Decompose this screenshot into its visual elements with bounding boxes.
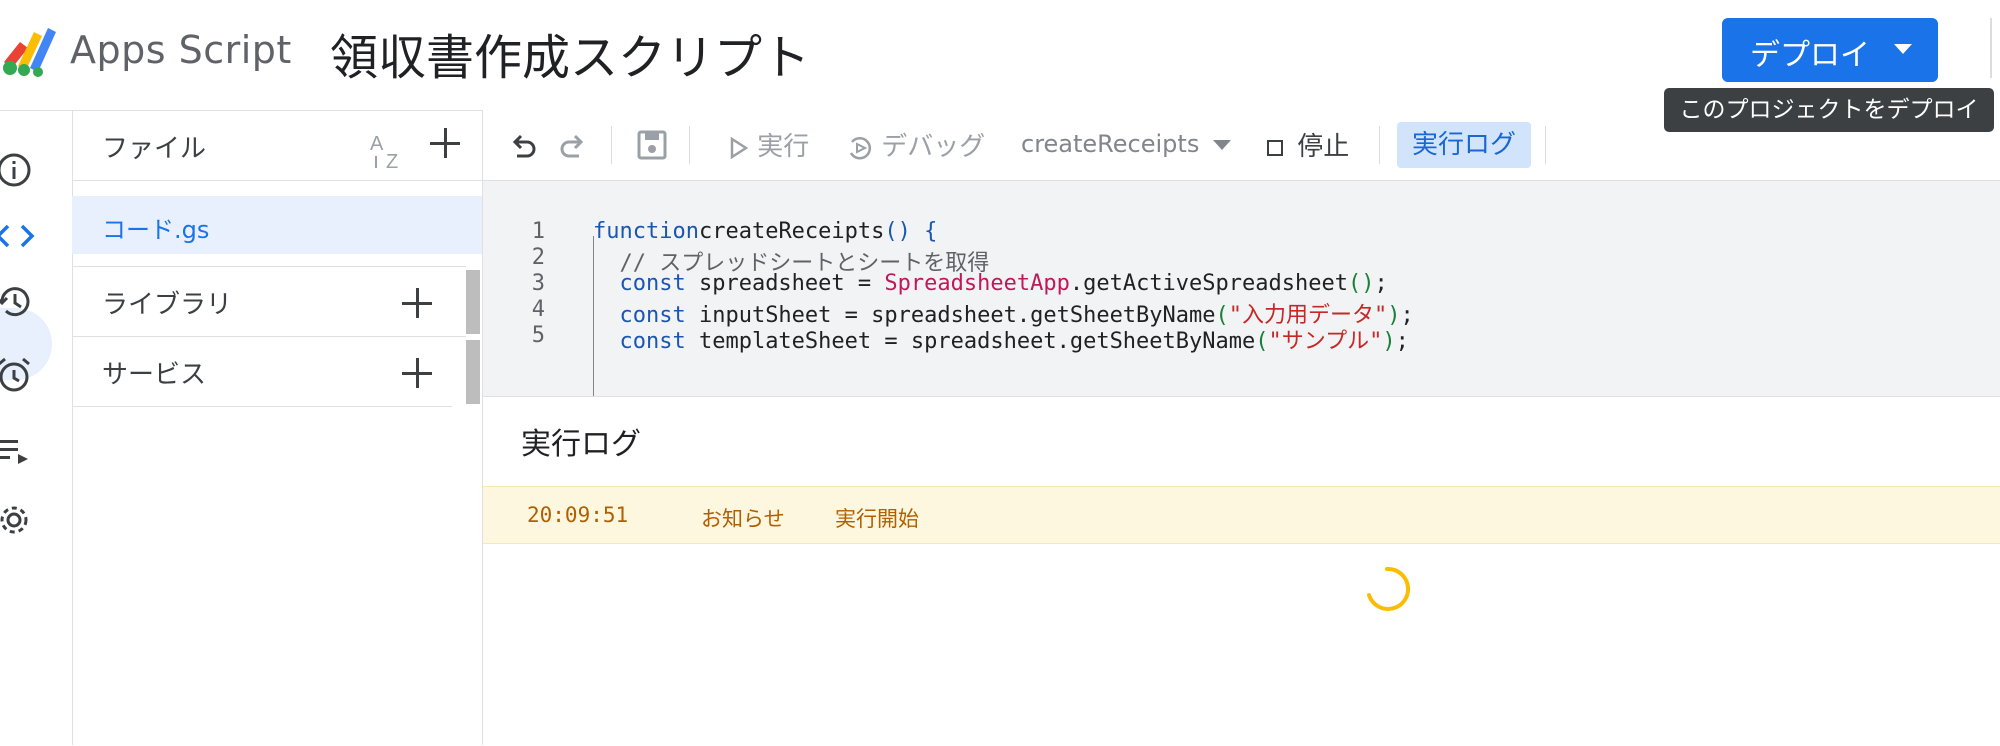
debug-icon [849,136,872,159]
file-item-code-gs[interactable]: コード.gs [72,196,482,254]
executions-icon [0,440,28,464]
execution-log-toggle[interactable]: 実行ログ [1397,122,1531,168]
stop-icon [1267,139,1283,156]
rail-item-executions[interactable] [0,418,52,478]
code-token: () { [884,219,938,244]
code-text: const templateSheet = spreadsheet.getShe… [593,323,1409,355]
code-token: ( [1255,329,1269,354]
info-icon [0,153,31,187]
run-button[interactable]: 実行 [729,126,809,164]
code-token: function [593,219,699,244]
code-token: .getActiveSpreadsheet [1069,271,1348,296]
line-number: 4 [531,297,545,322]
apps-script-logo-icon[interactable] [0,22,60,78]
code-token: ) [1382,329,1396,354]
code-icon [0,224,35,248]
code-token: "サンプル" [1268,329,1383,354]
gear-icon [0,506,28,534]
deploy-button[interactable]: デプロイ [1722,18,1938,82]
rail-item-versions[interactable] [0,270,52,330]
loading-spinner-icon [1367,566,1411,611]
code-token: spreadsheet = [685,271,885,296]
divider [72,266,466,267]
stop-button[interactable]: 停止 [1267,126,1349,164]
chevron-down-icon [1894,44,1912,54]
code-token: const [593,329,686,354]
line-number: 1 [531,219,545,244]
code-token: createReceipts [698,219,885,244]
caret-down-icon [1212,140,1231,150]
scrollbar[interactable] [466,270,480,334]
history-icon [0,287,30,317]
execution-log-title: 実行ログ [521,427,641,462]
divider [72,180,482,181]
save-icon[interactable] [635,128,669,162]
code-editor[interactable]: 1 functioncreateReceipts() {2 // スプレッドシート… [483,181,2000,396]
deploy-button-label: デプロイ [1750,38,1870,73]
function-select[interactable]: createReceipts [1021,130,1231,168]
debug-label: デバッグ [881,132,986,162]
app-name: Apps Script [70,28,292,72]
scrollbar[interactable] [466,340,480,404]
divider [1379,126,1380,164]
redo-icon[interactable] [557,130,589,162]
line-number: 5 [531,323,545,348]
rail-item-editor[interactable] [0,204,52,264]
line-number: 2 [531,245,545,270]
undo-icon[interactable] [507,130,539,162]
code-token: templateSheet = spreadsheet.getSheetByNa… [685,329,1256,354]
code-token: ; [1395,329,1409,354]
divider [72,336,466,337]
rail-item-overview[interactable] [0,138,52,198]
add-library-button[interactable] [402,288,432,318]
stop-label: 停止 [1297,132,1350,162]
log-severity: お知らせ [701,507,785,531]
rail-item-settings[interactable] [0,488,52,548]
divider [1545,126,1546,164]
function-select-value: createReceipts [1021,130,1200,158]
log-message: 実行開始 [835,507,919,531]
log-entry: 20:09:51 お知らせ 実行開始 [483,486,2000,544]
alarm-icon [0,357,30,392]
divider [1990,18,1992,78]
code-token: const [593,271,686,296]
files-panel: ファイル A Z コード.gs ライブラリ サービス [72,110,483,745]
divider [689,126,690,164]
services-title: サービス [102,360,207,390]
code-token: ; [1374,271,1388,296]
sort-az-icon[interactable]: A Z [368,128,412,172]
code-token: SpreadsheetApp [884,271,1070,296]
log-time: 20:09:51 [527,503,629,527]
svg-text:A: A [370,133,384,155]
rail-item-triggers[interactable] [0,343,52,403]
libraries-title: ライブラリ [102,290,233,320]
files-title: ファイル [102,134,207,164]
code-line[interactable]: 5 const templateSheet = spreadsheet.getS… [483,323,2000,356]
code-text: const spreadsheet = SpreadsheetApp.getAc… [593,271,1388,296]
code-text: functioncreateReceipts() { [593,219,937,244]
play-icon [730,136,749,159]
add-service-button[interactable] [402,358,432,388]
debug-button[interactable]: デバッグ [845,126,985,164]
file-item-label: コード.gs [102,216,210,244]
svg-text:Z: Z [386,151,398,172]
deploy-tooltip: このプロジェクトをデプロイ [1664,88,1994,132]
project-title[interactable]: 領収書作成スクリプト [330,18,810,88]
line-number: 3 [531,271,545,296]
add-file-button[interactable] [430,128,460,158]
divider [611,126,612,164]
code-token: () [1348,271,1375,296]
run-label: 実行 [757,132,810,162]
navigation-rail [0,110,73,745]
execution-log-panel: 実行ログ 20:09:51 お知らせ 実行開始 [483,396,2000,746]
divider [72,406,452,407]
